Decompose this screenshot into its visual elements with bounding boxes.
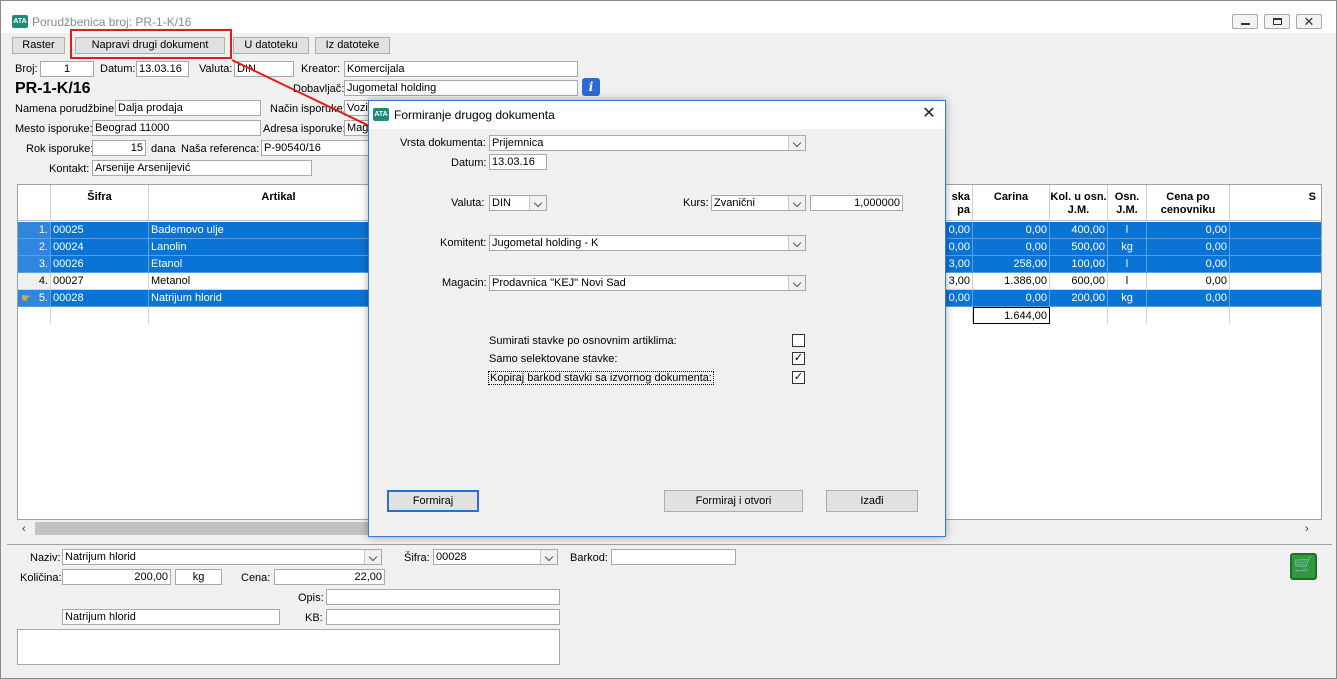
chevron-down-icon[interactable]: [788, 136, 805, 150]
dialog-title-bar: ATA Formiranje drugog dokumenta ✕: [369, 101, 945, 129]
chevron-down-icon[interactable]: [788, 196, 805, 210]
formiranje-dialog: ATA Formiranje drugog dokumenta ✕ Vrsta …: [368, 100, 946, 537]
komitent-value: Jugometal holding - K: [492, 237, 599, 249]
vrsta-label: Vrsta dokumenta:: [400, 137, 486, 149]
komitent-label: Komitent:: [440, 237, 487, 249]
opt-barkod-label: Kopiraj barkod stavki sa izvornog dokume…: [488, 371, 714, 385]
opt-selektovane-checkbox[interactable]: ✓: [792, 352, 805, 365]
dlg-datum-field[interactable]: 13.03.16: [489, 154, 547, 170]
magacin-label: Magacin:: [442, 277, 487, 289]
chevron-down-icon[interactable]: [788, 236, 805, 250]
kurs-label: Kurs:: [683, 197, 709, 209]
dlg-datum-label: Datum:: [451, 157, 487, 169]
vrsta-value: Prijemnica: [492, 137, 544, 149]
opt-selektovane-label: Samo selektovane stavke:: [489, 353, 618, 365]
dialog-title: Formiranje drugog dokumenta: [394, 108, 555, 122]
opt-sumirati-label: Sumirati stavke po osnovnim artiklima:: [489, 335, 677, 347]
kurs-rate-field[interactable]: 1,000000: [810, 195, 903, 211]
kurs-value: Zvanični: [714, 197, 755, 209]
opt-sumirati-checkbox[interactable]: [792, 334, 805, 347]
vrsta-combo[interactable]: Prijemnica: [489, 135, 806, 151]
dialog-close-icon[interactable]: ✕: [921, 106, 937, 122]
chevron-down-icon[interactable]: [529, 196, 546, 210]
izadji-button[interactable]: Izađi: [826, 490, 918, 512]
formiraj-i-otvori-button[interactable]: Formiraj i otvori: [664, 490, 803, 512]
dlg-valuta-combo[interactable]: DIN: [489, 195, 547, 211]
dlg-valuta-value: DIN: [492, 197, 511, 209]
formiraj-button[interactable]: Formiraj: [387, 490, 479, 512]
checkmark-icon: ✓: [793, 371, 804, 383]
dialog-logo-icon: ATA: [373, 108, 389, 121]
magacin-combo[interactable]: Prodavnica "KEJ" Novi Sad: [489, 275, 806, 291]
opt-barkod-checkbox[interactable]: ✓: [792, 371, 805, 384]
dlg-valuta-label: Valuta:: [451, 197, 485, 209]
kurs-combo[interactable]: Zvanični: [711, 195, 806, 211]
chevron-down-icon[interactable]: [788, 276, 805, 290]
annotation-arrow-line: [231, 59, 387, 135]
magacin-value: Prodavnica "KEJ" Novi Sad: [492, 277, 626, 289]
checkmark-icon: ✓: [793, 352, 804, 364]
komitent-combo[interactable]: Jugometal holding - K: [489, 235, 806, 251]
